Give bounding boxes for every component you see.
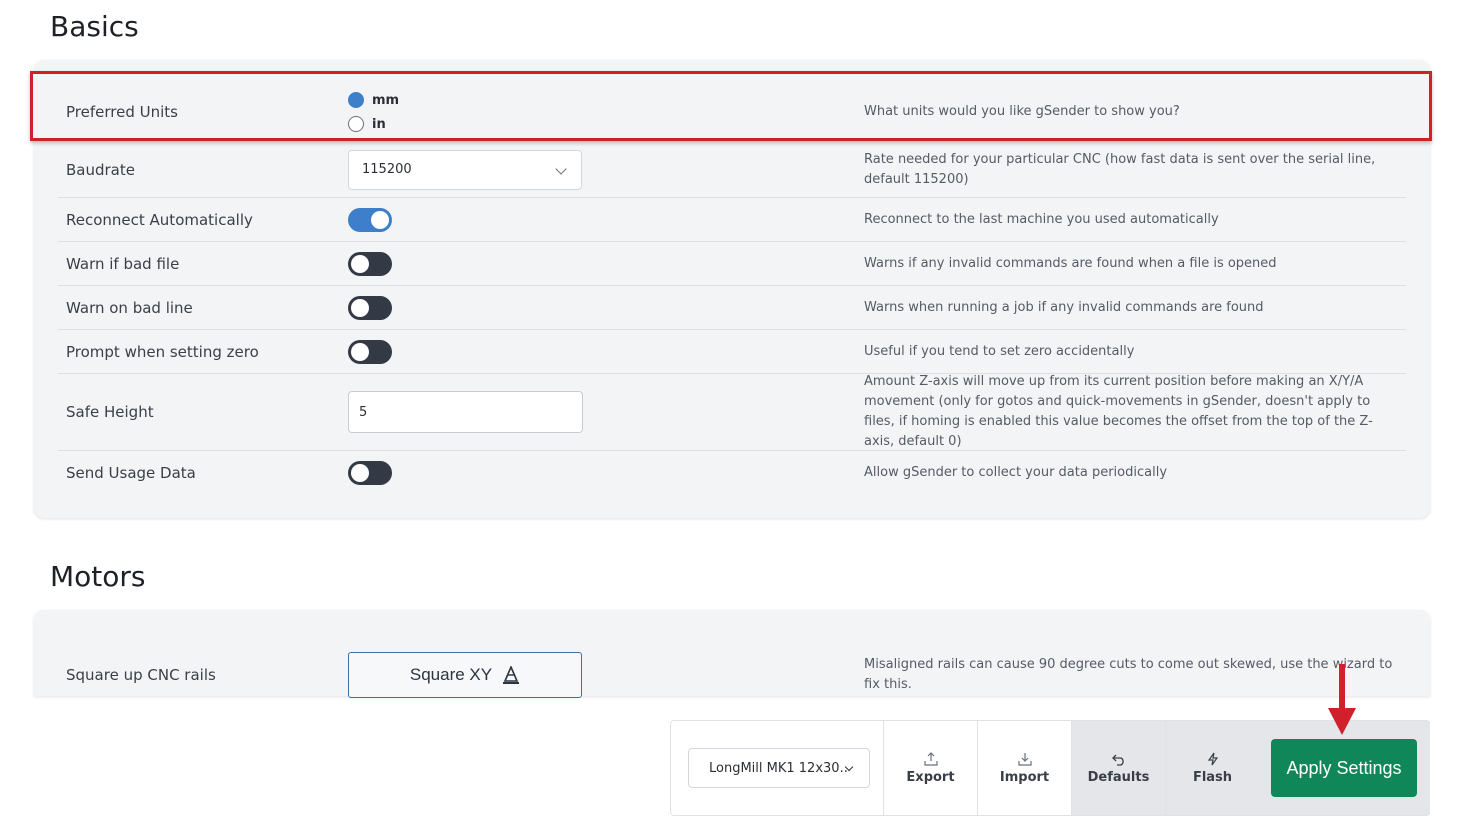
usage-data-toggle[interactable] — [348, 461, 392, 485]
baudrate-select[interactable]: 115200 — [348, 149, 582, 190]
usage-data-description: Allow gSender to collect your data perio… — [864, 465, 1168, 480]
reconnect-row: Reconnect Automatically Reconnect to the… — [58, 198, 1406, 242]
baudrate-description: Rate needed for your particular CNC (how… — [864, 151, 1376, 187]
baudrate-label: Baudrate — [66, 160, 135, 179]
reconnect-control — [348, 207, 392, 232]
flash-label: Flash — [1192, 769, 1233, 785]
baudrate-value: 115200 — [362, 162, 412, 177]
safe-height-control — [348, 391, 583, 433]
radio-in-label: in — [372, 116, 386, 132]
usage-data-control — [348, 461, 392, 485]
radio-in-indicator[interactable] — [348, 116, 364, 132]
prompt-zero-row: Prompt when setting zero Useful if you t… — [58, 330, 1406, 374]
basics-card: Preferred Units mm in What units would y… — [34, 60, 1430, 518]
export-button[interactable]: Export — [883, 721, 977, 815]
toggle-knob — [371, 210, 389, 229]
reconnect-description: Reconnect to the last machine you used a… — [864, 211, 1219, 227]
warn-bad-line-control — [348, 295, 392, 320]
preferred-units-row: Preferred Units mm in What units would y… — [58, 82, 1406, 142]
warn-bad-line-row: Warn on bad line Warns when running a jo… — [58, 286, 1406, 330]
warn-bad-file-row: Warn if bad file Warns if any invalid co… — [58, 242, 1406, 286]
arrow-down-icon — [1328, 664, 1356, 735]
radio-mm[interactable]: mm — [348, 88, 399, 112]
chevron-down-icon — [555, 162, 567, 175]
radio-mm-indicator[interactable] — [348, 92, 364, 108]
prompt-zero-description: Useful if you tend to set zero accidenta… — [864, 343, 1135, 359]
import-icon — [1017, 752, 1032, 766]
radio-in[interactable]: in — [348, 112, 399, 136]
import-button[interactable]: Import — [977, 721, 1071, 815]
motors-title: Motors — [50, 560, 146, 593]
square-up-row: Square up CNC rails Square XY Misaligned… — [58, 620, 1406, 710]
machine-profile-value: LongMill MK1 12x30.. — [709, 760, 848, 776]
prompt-zero-label: Prompt when setting zero — [66, 342, 259, 361]
wizard-hat-icon — [503, 666, 520, 684]
prompt-zero-toggle[interactable] — [348, 339, 392, 364]
flash-button[interactable]: Flash — [1165, 721, 1259, 815]
undo-icon — [1111, 754, 1124, 766]
usage-data-row: Send Usage Data Allow gSender to collect… — [58, 451, 1406, 495]
safe-height-row: Safe Height Amount Z-axis will move up f… — [58, 374, 1406, 451]
preferred-units-description: What units would you like gSender to sho… — [864, 104, 1180, 119]
warn-bad-line-description: Warns when running a job if any invalid … — [864, 299, 1264, 315]
toggle-knob — [351, 254, 369, 273]
lightning-icon — [1207, 752, 1218, 765]
square-up-control: Square XY — [348, 652, 582, 698]
usage-data-label: Send Usage Data — [66, 464, 196, 482]
warn-bad-file-toggle[interactable] — [348, 251, 392, 276]
defaults-button[interactable]: Defaults — [1071, 721, 1165, 815]
reconnect-toggle[interactable] — [348, 207, 392, 232]
safe-height-input[interactable] — [348, 391, 583, 433]
square-up-description: Misaligned rails can cause 90 degree cut… — [864, 657, 1393, 692]
apply-settings-button[interactable]: Apply Settings — [1271, 739, 1417, 797]
baudrate-control: 115200 — [348, 149, 582, 190]
import-label: Import — [999, 769, 1050, 785]
baudrate-row: Baudrate 115200 Rate needed for your par… — [58, 142, 1406, 198]
export-label: Export — [906, 769, 955, 785]
prompt-zero-control — [348, 339, 392, 364]
export-icon — [923, 751, 938, 766]
warn-bad-file-description: Warns if any invalid commands are found … — [864, 255, 1277, 271]
safe-height-label: Safe Height — [66, 403, 154, 421]
toggle-knob — [351, 298, 369, 317]
settings-footer: LongMill MK1 12x30.. Export Import Defau… — [670, 720, 1430, 816]
basics-title: Basics — [50, 10, 139, 43]
square-up-label: Square up CNC rails — [66, 666, 216, 684]
toggle-knob — [351, 464, 369, 482]
warn-bad-line-toggle[interactable] — [348, 295, 392, 320]
radio-mm-label: mm — [372, 92, 400, 108]
warn-bad-file-label: Warn if bad file — [66, 254, 180, 273]
preferred-units-label: Preferred Units — [66, 103, 178, 121]
toggle-knob — [351, 342, 369, 361]
warn-bad-file-control — [348, 251, 392, 276]
warn-bad-line-label: Warn on bad line — [66, 298, 193, 317]
safe-height-description: Amount Z-axis will move up from its curr… — [864, 374, 1373, 449]
machine-profile-select[interactable]: LongMill MK1 12x30.. — [688, 748, 870, 788]
motors-card: Square up CNC rails Square XY Misaligned… — [34, 610, 1430, 698]
defaults-label: Defaults — [1087, 769, 1150, 785]
reconnect-label: Reconnect Automatically — [66, 210, 253, 229]
square-xy-button[interactable]: Square XY — [348, 652, 582, 698]
units-radio-group: mm in — [348, 88, 399, 136]
square-xy-label: Square XY — [409, 665, 493, 684]
